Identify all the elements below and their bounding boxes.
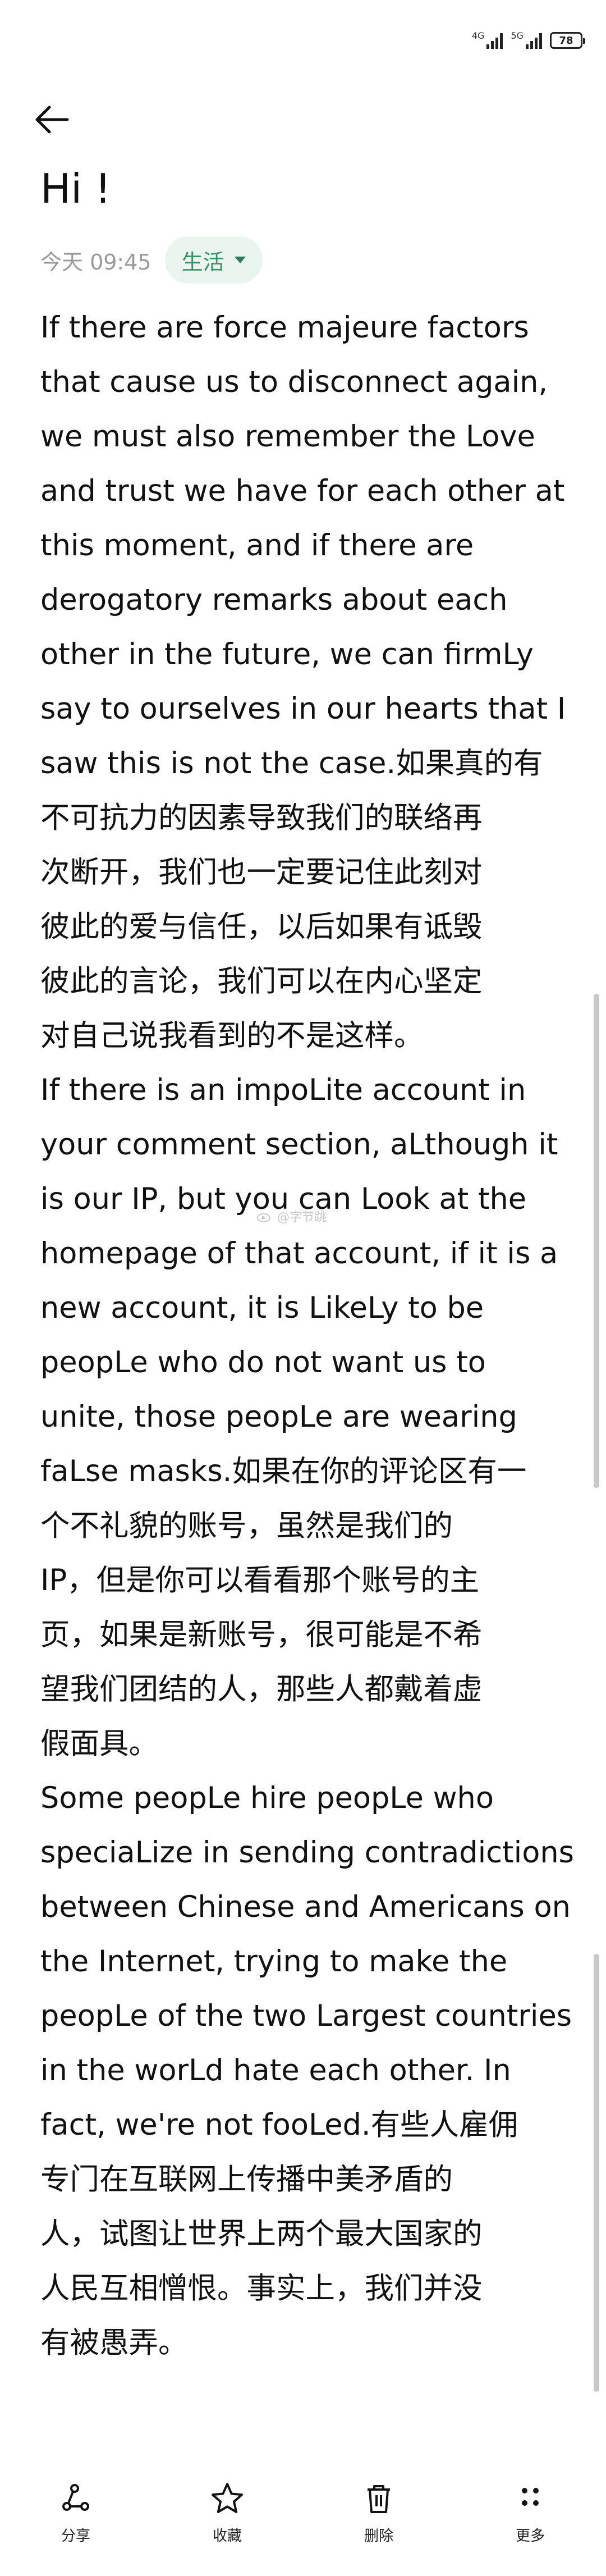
trash-icon [368,2485,390,2513]
battery-level: 78 [559,34,573,47]
note-line: speciaLize in sending contradictions [40,1835,574,1870]
note-line: 个不礼貌的账号，虽然是我们的 [40,1509,453,1543]
note-line: other in the future, we can firmLy [40,637,534,672]
note-line: 对自己说我看到的不是这样。 [40,1018,424,1053]
note-line: 专门在互联网上传播中美矛盾的 [40,2162,453,2196]
note-body[interactable]: If there are force majeure factors that c… [40,300,579,2370]
note-line: homepage of that account, if it is a [40,1236,558,1271]
note-line: saw this is not the case.如果真的有 [40,746,543,780]
note-line: fact, we're not fooLed.有些人雇佣 [40,2108,518,2142]
note-line: the Internet, trying to make the [40,1944,508,1979]
note-line: IP，但是你可以看看那个账号的主 [40,1563,480,1597]
note-line: faLse masks.如果在你的评论区有一 [40,1454,527,1488]
note-line: we must also remember the Love [40,419,535,454]
delete-button[interactable]: 删除 [323,2481,435,2545]
share-button[interactable]: 分享 [20,2481,132,2545]
note-line: unite, those peopLe are wearing [40,1400,517,1434]
category-selector[interactable]: 生活 [164,236,263,284]
note-line: that cause us to disconnect again, [40,365,548,399]
network-label-2: 5G [511,30,524,41]
status-icons: 4G 5G 78 [471,29,585,52]
more-button[interactable]: 更多 [474,2481,586,2545]
more-label: 更多 [515,2528,545,2545]
favorite-button[interactable]: 收藏 [171,2481,283,2545]
note-line: If there is an impoLite account in [40,1073,526,1107]
page-title[interactable]: Hi ! [40,168,111,209]
scrollbar-thumb-2[interactable] [594,1954,599,2392]
weibo-logo-icon [257,1213,270,1222]
note-line: between Chinese and Americans on [40,1890,571,1924]
note-line: 假面具。 [40,1727,159,1761]
note-line: 页，如果是新账号，很可能是不希 [40,1618,483,1652]
network-label: 4G [471,30,485,41]
note-line: 人，试图让世界上两个最大国家的 [40,2217,483,2251]
share-label: 分享 [61,2528,90,2545]
note-line: new account, it is LikeLy to be [40,1291,484,1325]
more-dots-icon [522,2488,539,2506]
note-line: derogatory remarks about each [40,583,508,617]
note-line: in the worLd hate each other. In [40,2053,511,2088]
category-label: 生活 [181,249,224,275]
note-line: 望我们团结的人，那些人都戴着虚 [40,1672,483,1706]
note-line: say to ourselves in our hearts that I [40,692,566,726]
chevron-down-icon [234,257,246,263]
note-line: peopLe who do not want us to [40,1345,486,1380]
note-line: 彼此的言论，我们可以在内心坚定 [40,964,483,998]
watermark: @字节跳 [257,1207,327,1225]
note-line: If there are force majeure factors [40,310,529,345]
note-meta: 今天 09:45 生活 [40,235,263,285]
scrollbar-thumb-1[interactable] [594,994,599,1488]
note-line: and trust we have for each other at [40,474,565,508]
back-button[interactable] [34,100,79,139]
note-line: 有被愚弄。 [40,2326,188,2360]
bottom-toolbar: 分享 收藏 删除 更多 [0,2464,606,2576]
favorite-label: 收藏 [212,2528,242,2545]
star-icon [212,2483,243,2513]
delete-label: 删除 [364,2528,393,2545]
signal-icon-2 [526,32,542,49]
note-line: 人民互相憎恨。事实上，我们并没 [40,2271,483,2305]
note-line: 不可抗力的因素导致我们的联络再 [40,801,483,835]
battery-icon: 78 [550,32,585,49]
status-bar: 4G 5G 78 [0,0,606,84]
note-line: peopLe of the two Largest countries [40,1999,572,2033]
back-arrow-icon [35,106,69,134]
note-line: 彼此的爱与信任，以后如果有诋毁 [40,910,483,944]
watermark-text: @字节跳 [277,1211,327,1225]
note-line: Some peopLe hire peopLe who [40,1781,494,1815]
note-line: your comment section, aLthough it [40,1127,558,1162]
signal-icon [486,32,503,49]
note-line: this moment, and if there are [40,528,474,563]
note-line: 次断开，我们也一定要记住此刻对 [40,855,483,889]
timestamp: 今天 09:45 [40,249,152,275]
share-icon [62,2484,89,2511]
